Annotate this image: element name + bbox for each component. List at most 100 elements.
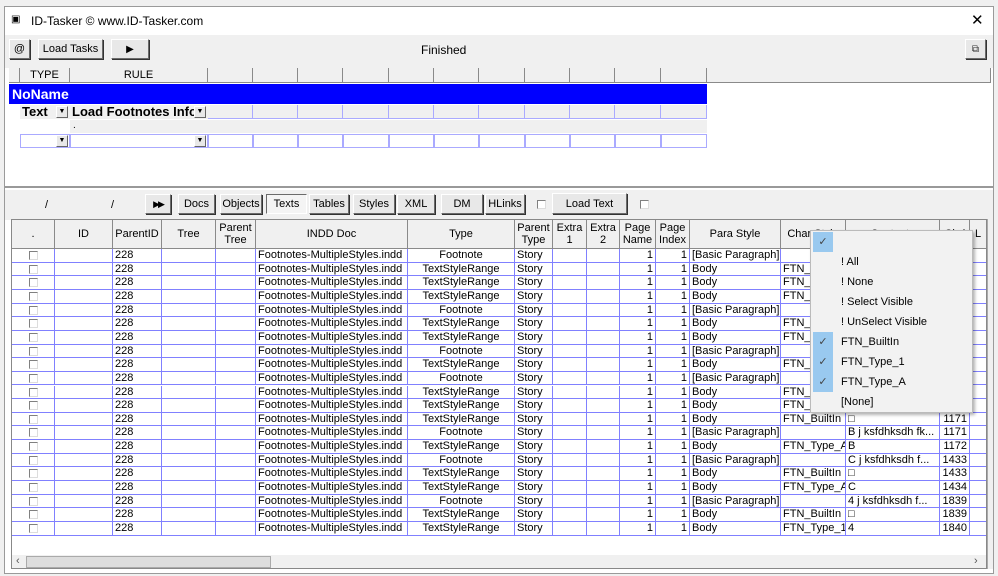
column-header-extra-1[interactable]: Extra 1 bbox=[553, 220, 587, 249]
row-select-cell[interactable] bbox=[12, 289, 55, 304]
rule-cell[interactable] bbox=[570, 134, 615, 148]
column-header-parent-type[interactable]: Parent Type bbox=[515, 220, 553, 249]
row-select-cell[interactable] bbox=[12, 249, 55, 263]
tab-xml[interactable]: XML bbox=[397, 194, 435, 214]
table-row[interactable]: 228 Footnotes-MultipleStyles.indd TextStyl… bbox=[12, 467, 986, 482]
row-checkbox[interactable] bbox=[28, 278, 38, 288]
row-checkbox[interactable] bbox=[28, 455, 38, 465]
row-select-cell[interactable] bbox=[12, 453, 55, 468]
row-checkbox[interactable] bbox=[28, 387, 38, 397]
column-header-empty[interactable] bbox=[298, 68, 343, 83]
rule-cell[interactable] bbox=[525, 134, 570, 148]
row-checkbox[interactable] bbox=[28, 332, 38, 342]
row-checkbox[interactable] bbox=[28, 346, 38, 356]
tab-docs[interactable]: Docs bbox=[178, 194, 215, 214]
column-header-page-index[interactable]: Page Index bbox=[656, 220, 690, 249]
row-checkbox[interactable] bbox=[28, 251, 38, 260]
row-checkbox[interactable] bbox=[28, 524, 38, 533]
table-row[interactable]: 228 Footnotes-MultipleStyles.indd TextStyl… bbox=[12, 522, 986, 536]
filter-menu-item[interactable]: ! None bbox=[811, 272, 972, 292]
fast-forward-button[interactable]: ▶▶ bbox=[145, 194, 171, 214]
filter-menu-item[interactable]: ✓ FTN_Type_A bbox=[811, 372, 972, 392]
tab-styles[interactable]: Styles bbox=[353, 194, 395, 214]
column-header-page-name[interactable]: Page Name bbox=[620, 220, 656, 249]
column-header-tree[interactable]: Tree bbox=[162, 220, 216, 249]
row-checkbox[interactable] bbox=[28, 469, 38, 479]
column-header-empty[interactable] bbox=[479, 68, 525, 83]
column-header-empty[interactable] bbox=[434, 68, 479, 83]
filter-menu-item[interactable]: ! All bbox=[811, 252, 972, 272]
table-row[interactable]: 228 Footnotes-MultipleStyles.indd TextStyl… bbox=[12, 440, 986, 454]
scroll-left-icon[interactable]: ‹ bbox=[16, 555, 20, 567]
rule-cell[interactable] bbox=[389, 105, 434, 119]
task-group-noname[interactable]: NoName bbox=[9, 84, 707, 104]
row-select-cell[interactable] bbox=[12, 262, 55, 277]
table-row[interactable]: 228 Footnotes-MultipleStyles.indd Footnote… bbox=[12, 426, 986, 441]
tab-texts[interactable]: Texts bbox=[266, 194, 307, 214]
rule-cell[interactable] bbox=[208, 134, 253, 148]
row-select-cell[interactable] bbox=[12, 494, 55, 509]
filter-menu-item[interactable]: ✓ FTN_Type_1 bbox=[811, 352, 972, 372]
filter-menu-item[interactable]: ✓ bbox=[811, 232, 972, 252]
rule-cell[interactable] bbox=[434, 105, 479, 119]
tab-hlinks[interactable]: HLinks bbox=[485, 194, 525, 214]
column-header-empty[interactable] bbox=[343, 68, 389, 83]
column-header-empty[interactable] bbox=[525, 68, 570, 83]
column-header-empty[interactable] bbox=[208, 68, 253, 83]
row-select-cell[interactable] bbox=[12, 344, 55, 359]
row-checkbox[interactable] bbox=[28, 414, 38, 424]
tab-tables[interactable]: Tables bbox=[309, 194, 349, 214]
row-select-cell[interactable] bbox=[12, 467, 55, 482]
row-checkbox[interactable] bbox=[28, 496, 38, 506]
rule-cell[interactable] bbox=[298, 134, 343, 148]
table-row[interactable]: 228 Footnotes-MultipleStyles.indd TextStyl… bbox=[12, 508, 986, 522]
horizontal-scrollbar[interactable]: ‹ › bbox=[12, 555, 986, 568]
row-select-cell[interactable] bbox=[12, 330, 55, 345]
run-button[interactable]: ▶ bbox=[111, 39, 149, 59]
column-header-empty[interactable] bbox=[389, 68, 434, 83]
rule-select[interactable]: Load Footnotes Info ▼ bbox=[70, 105, 208, 119]
rule-cell[interactable] bbox=[298, 105, 343, 119]
chevron-down-icon[interactable]: ▼ bbox=[194, 106, 206, 118]
rule-cell[interactable] bbox=[615, 105, 661, 119]
column-header-empty[interactable] bbox=[615, 68, 661, 83]
row-checkbox[interactable] bbox=[28, 319, 38, 329]
scrollbar-thumb[interactable] bbox=[26, 556, 271, 568]
row-checkbox[interactable] bbox=[28, 442, 38, 452]
filter-menu-item[interactable]: ✓ FTN_BuiltIn bbox=[811, 332, 972, 352]
restore-window-icon[interactable]: ⧉ bbox=[965, 39, 986, 59]
type-select[interactable]: Text ▼ bbox=[20, 105, 70, 119]
row-checkbox[interactable] bbox=[28, 360, 38, 370]
row-checkbox[interactable] bbox=[28, 401, 38, 411]
column-header-indd-doc[interactable]: INDD Doc bbox=[256, 220, 408, 249]
row-select-cell[interactable] bbox=[12, 317, 55, 331]
table-row[interactable]: 228 Footnotes-MultipleStyles.indd Footnote… bbox=[12, 494, 986, 509]
rule-cell[interactable] bbox=[389, 134, 434, 148]
option-checkbox-1[interactable] bbox=[537, 200, 546, 209]
rule-cell[interactable] bbox=[343, 134, 389, 148]
filter-menu-item[interactable]: ! UnSelect Visible bbox=[811, 312, 972, 332]
rule-cell[interactable] bbox=[479, 105, 525, 119]
column-header-parentid[interactable]: ParentID bbox=[113, 220, 162, 249]
column-header-empty[interactable] bbox=[661, 68, 707, 83]
row-checkbox[interactable] bbox=[28, 264, 38, 274]
row-select-cell[interactable] bbox=[12, 303, 55, 318]
row-select-cell[interactable] bbox=[12, 399, 55, 413]
new-type-select[interactable]: ▼ bbox=[20, 134, 70, 148]
rule-cell[interactable] bbox=[253, 105, 298, 119]
row-select-cell[interactable] bbox=[12, 522, 55, 536]
row-select-cell[interactable] bbox=[12, 358, 55, 372]
load-text-button[interactable]: Load Text bbox=[552, 193, 627, 214]
rule-cell[interactable] bbox=[525, 105, 570, 119]
row-select-cell[interactable] bbox=[12, 440, 55, 454]
column-header-parent-tree[interactable]: Parent Tree bbox=[216, 220, 256, 249]
table-row[interactable]: 228 Footnotes-MultipleStyles.indd TextStyl… bbox=[12, 412, 986, 427]
row-checkbox[interactable] bbox=[28, 510, 38, 520]
rule-cell[interactable] bbox=[434, 134, 479, 148]
row-select-cell[interactable] bbox=[12, 385, 55, 400]
column-header-type[interactable]: Type bbox=[408, 220, 515, 249]
column-header-id[interactable]: ID bbox=[55, 220, 113, 249]
row-select-cell[interactable] bbox=[12, 508, 55, 522]
row-select-cell[interactable] bbox=[12, 276, 55, 290]
row-checkbox[interactable] bbox=[28, 428, 38, 438]
